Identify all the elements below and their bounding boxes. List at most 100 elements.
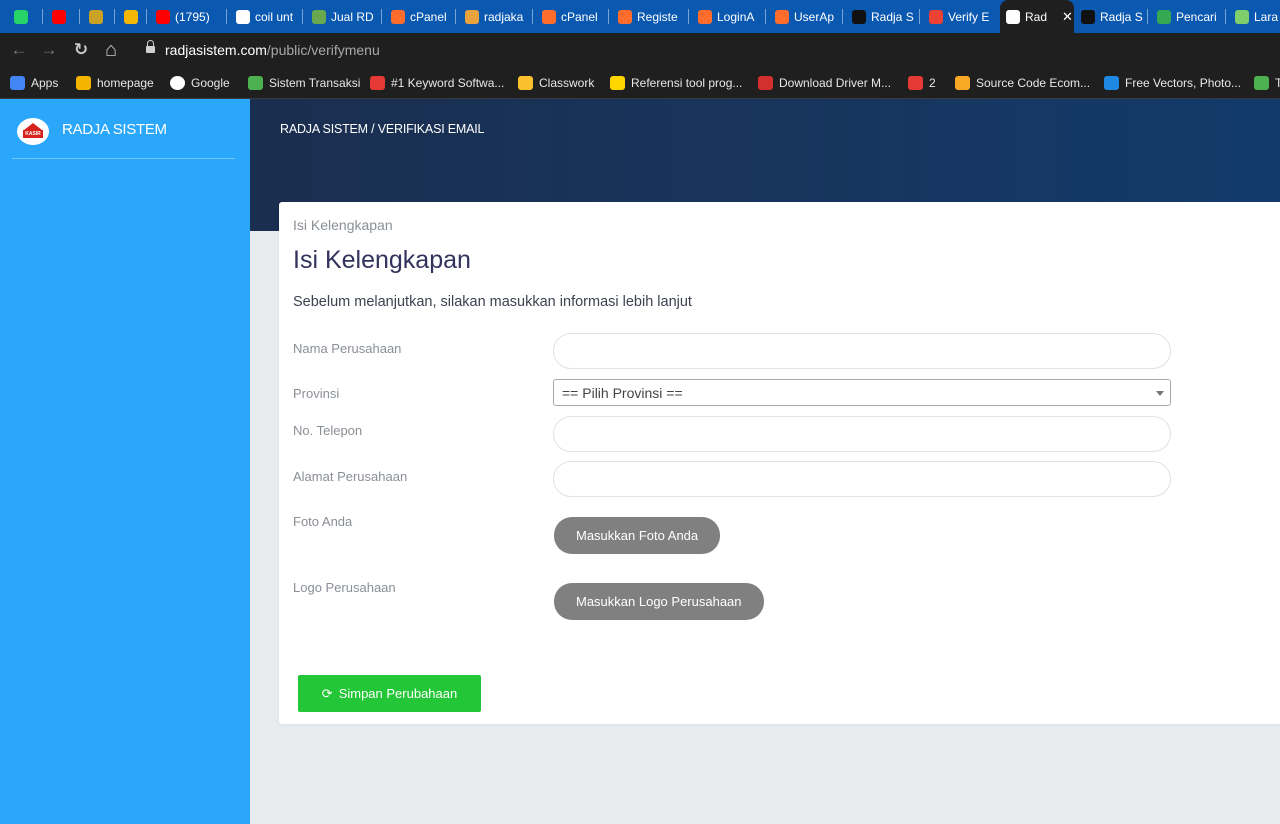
- browser-tab[interactable]: Verify E: [923, 0, 995, 33]
- browser-tab[interactable]: radjaka: [459, 0, 531, 33]
- save-button[interactable]: ⟳ Simpan Perubahaan: [298, 675, 481, 712]
- tab-separator: [226, 9, 227, 24]
- bookmark-item[interactable]: #1 Keyword Softwa...: [370, 74, 504, 92]
- tab-label: Verify E: [948, 9, 990, 24]
- bookmark-label: Source Code Ecom...: [976, 76, 1091, 90]
- bookmark-item[interactable]: 2: [908, 74, 936, 92]
- logo-label: Logo Perusahaan: [293, 580, 396, 595]
- lock-icon[interactable]: [146, 40, 155, 54]
- garuda-icon: [89, 9, 103, 24]
- phone-label: No. Telepon: [293, 423, 363, 438]
- browser-tab[interactable]: (1795): [150, 0, 224, 33]
- upload-logo-button[interactable]: Masukkan Logo Perusahaan: [554, 583, 764, 620]
- sidebar-brand[interactable]: KASIR RADJA SISTEM: [0, 99, 250, 159]
- browser-tab[interactable]: Lara: [1229, 0, 1280, 33]
- browser-tab[interactable]: [118, 0, 146, 33]
- tab-separator: [146, 9, 147, 24]
- back-button[interactable]: ←: [8, 39, 30, 61]
- company-name-label: Nama Perusahaan: [293, 341, 402, 356]
- tab-separator: [455, 9, 456, 24]
- bookmark-item[interactable]: Free Vectors, Photo...: [1104, 74, 1241, 92]
- tab-separator: [381, 9, 382, 24]
- tab-separator: [114, 9, 115, 24]
- forward-button[interactable]: →: [38, 39, 60, 61]
- tab-separator: [688, 9, 689, 24]
- reload-button[interactable]: ↻: [70, 39, 92, 61]
- tab-label: coil unt: [255, 9, 294, 24]
- tab-label: (1795): [175, 9, 210, 24]
- sidebar-divider: [12, 158, 235, 159]
- tab-separator: [608, 9, 609, 24]
- browser-tab[interactable]: [46, 0, 74, 33]
- address-field[interactable]: [553, 461, 1171, 497]
- form-description: Sebelum melanjutkan, silakan masukkan in…: [293, 294, 692, 310]
- tab-separator: [765, 9, 766, 24]
- province-label: Provinsi: [293, 386, 340, 401]
- brand-logo-icon: KASIR: [17, 118, 49, 145]
- graduation-icon: [955, 76, 970, 90]
- classroom-icon: [518, 76, 533, 90]
- phone-field[interactable]: [553, 416, 1171, 452]
- browser-tab[interactable]: [8, 0, 36, 33]
- tab-label: Pencari: [1176, 9, 1217, 24]
- tab-separator: [1225, 9, 1226, 24]
- tab-label: radjaka: [484, 9, 524, 24]
- tab-label: cPanel: [561, 9, 598, 24]
- province-select[interactable]: == Pilih Provinsi ==: [553, 379, 1171, 406]
- logo-text: KASIR: [23, 130, 43, 138]
- image-icon: [248, 76, 263, 90]
- google-icon: [236, 9, 250, 24]
- browser-tab[interactable]: Registe: [612, 0, 686, 33]
- company-name-field[interactable]: [553, 333, 1171, 369]
- browser-tab[interactable]: [83, 0, 111, 33]
- tab-label: Radja S: [871, 9, 914, 24]
- tab-label: Lara: [1254, 9, 1279, 24]
- bow-icon: [852, 9, 866, 24]
- browser-tab[interactable]: coil unt: [230, 0, 300, 33]
- w-icon: [1254, 76, 1269, 90]
- shop-icon: [312, 9, 326, 24]
- close-tab-icon[interactable]: ✕: [1062, 9, 1073, 25]
- bookmark-item[interactable]: Google: [170, 74, 230, 92]
- home-button[interactable]: ⌂: [100, 39, 122, 61]
- browser-tab[interactable]: cPanel: [385, 0, 453, 33]
- tab-label: Radja S: [1100, 9, 1143, 24]
- bookmark-item[interactable]: Download Driver M...: [758, 74, 891, 92]
- browser-tab[interactable]: Radja S: [1075, 0, 1145, 33]
- tab-label: UserAp: [794, 9, 835, 24]
- bookmark-label: Sistem Transaksi: [269, 76, 361, 90]
- bookmark-item[interactable]: Classwork: [518, 74, 594, 92]
- tab-separator: [1147, 9, 1148, 24]
- province-selected-value: == Pilih Provinsi ==: [562, 385, 683, 401]
- upload-photo-button[interactable]: Masukkan Foto Anda: [554, 517, 721, 554]
- tab-separator: [302, 9, 303, 24]
- bookmark-item[interactable]: Source Code Ecom...: [955, 74, 1090, 92]
- browser-tab[interactable]: LoginA: [692, 0, 764, 33]
- bookmark-item[interactable]: homepage: [76, 74, 154, 92]
- bookmark-item[interactable]: Sistem Transaksi: [248, 74, 360, 92]
- cpanel-icon: [391, 9, 405, 24]
- tab-separator: [532, 9, 533, 24]
- browser-tab[interactable]: Jual RD: [306, 0, 380, 33]
- save-button-label: Simpan Perubahaan: [338, 686, 458, 701]
- tab-separator: [919, 9, 920, 24]
- bookmark-item[interactable]: Referensi tool prog...: [610, 74, 742, 92]
- browser-tab[interactable]: Pencari: [1151, 0, 1223, 33]
- bookmark-item[interactable]: Apps: [10, 74, 58, 92]
- keyword-icon: [370, 76, 385, 90]
- apps-grid-icon: [10, 76, 25, 90]
- bookmark-label: Free Vectors, Photo...: [1125, 76, 1242, 90]
- bookmark-item[interactable]: T: [1254, 74, 1280, 92]
- address-bar[interactable]: radjasistem.com/public/verifymenu: [165, 42, 380, 58]
- browser-tab[interactable]: UserAp: [769, 0, 841, 33]
- bookmark-label: #1 Keyword Softwa...: [391, 76, 505, 90]
- bolt-icon: [908, 76, 923, 90]
- browser-tab[interactable]: Radja S: [846, 0, 918, 33]
- driver-icon: [758, 76, 773, 90]
- note-icon: [1235, 9, 1249, 24]
- browser-tab[interactable]: cPanel: [536, 0, 606, 33]
- bookmark-label: Referensi tool prog...: [631, 76, 743, 90]
- browser-tab-active[interactable]: Rad ✕: [1000, 0, 1074, 33]
- youtube-icon: [52, 9, 66, 24]
- breadcrumb: RADJA SISTEM / VERIFIKASI EMAIL: [280, 122, 485, 136]
